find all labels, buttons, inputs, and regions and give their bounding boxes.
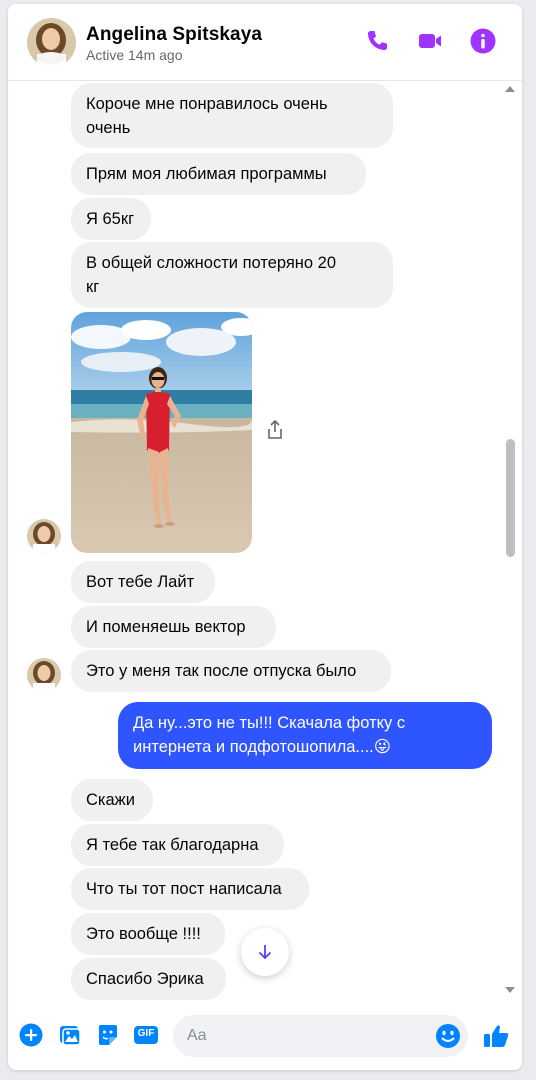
contact-name[interactable]: Angelina Spitskaya [86, 24, 262, 46]
more-actions-button[interactable] [18, 1022, 44, 1048]
message-bubble[interactable]: Это вообще !!!! [71, 913, 225, 955]
emoji-icon [436, 1024, 460, 1048]
info-icon [470, 28, 496, 54]
message-bubble[interactable]: И поменяешь вектор [71, 606, 276, 648]
message-bubble[interactable]: Я тебе так благодарна [71, 824, 284, 866]
scrollbar-thumb[interactable] [506, 439, 515, 557]
active-status: Active 14m ago [86, 47, 183, 63]
video-call-button[interactable] [415, 26, 445, 56]
message-bubble[interactable]: Что ты тот пост написала [71, 868, 309, 910]
chat-header: Angelina Spitskaya Active 14m ago [8, 4, 522, 81]
emoji-button[interactable] [435, 1023, 461, 1049]
scrollbar-down-arrow[interactable] [505, 987, 515, 993]
message-composer: GIF [8, 1001, 522, 1070]
scroll-to-bottom-button[interactable] [241, 928, 289, 976]
sticker-icon [99, 1025, 117, 1045]
video-camera-icon [419, 34, 441, 48]
avatar[interactable] [27, 519, 61, 553]
gif-button[interactable]: GIF [133, 1022, 159, 1048]
attach-image-button[interactable] [57, 1022, 83, 1048]
image-icon [60, 1026, 81, 1046]
avatar[interactable] [27, 658, 61, 692]
plus-icon [19, 1023, 43, 1047]
message-input-wrapper[interactable] [173, 1015, 468, 1057]
phone-icon [368, 31, 387, 50]
thumbs-up-icon [484, 1025, 509, 1047]
message-bubble[interactable]: Я 65кг [71, 198, 151, 240]
sticker-button[interactable] [95, 1022, 121, 1048]
message-bubble[interactable]: В общей сложности потеряно 20 кг [71, 242, 393, 308]
gif-label: GIF [137, 1028, 155, 1039]
arrow-down-icon [258, 945, 272, 960]
message-input[interactable] [187, 1015, 427, 1057]
message-bubble[interactable]: Скажи [71, 779, 153, 821]
avatar[interactable] [27, 18, 76, 67]
scrollbar-up-arrow[interactable] [505, 86, 515, 92]
message-bubble[interactable]: Вот тебе Лайт [71, 561, 215, 603]
message-bubble[interactable]: Это у меня так после отпуска было [71, 650, 391, 692]
message-bubble[interactable]: Спасибо Эрика [71, 958, 226, 1000]
conversation-info-button[interactable] [468, 26, 498, 56]
photo-attachment[interactable] [71, 312, 252, 553]
share-icon[interactable] [265, 419, 285, 441]
message-bubble-outgoing[interactable]: Да ну...это не ты!!! Скачала фотку с инт… [118, 702, 492, 769]
chat-window: Angelina Spitskaya Active 14m ago Короче… [8, 4, 522, 1070]
message-bubble[interactable]: Короче мне понравилось очень очень [71, 83, 393, 148]
call-button[interactable] [362, 26, 392, 56]
send-like-button[interactable] [482, 1022, 510, 1050]
message-bubble[interactable]: Прям моя любимая программы [71, 153, 366, 195]
message-list[interactable]: Короче мне понравилось очень очень Прям … [8, 81, 522, 1001]
